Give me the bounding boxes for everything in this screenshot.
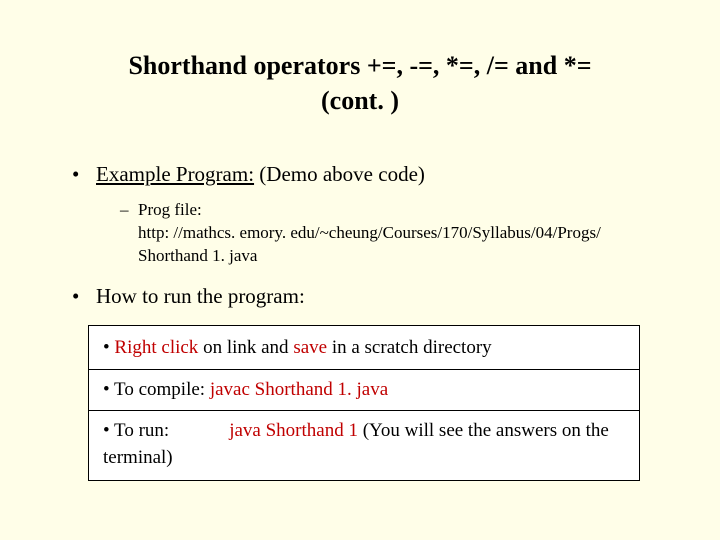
title-line-2: (cont. ) — [321, 86, 399, 115]
slide-title: Shorthand operators +=, -=, *=, /= and *… — [58, 48, 662, 118]
title-line-1: Shorthand operators +=, -=, *=, /= and *… — [128, 51, 591, 80]
bullet-how-to-run: How to run the program: — [66, 284, 662, 309]
example-program-rest: (Demo above code) — [254, 162, 425, 186]
row2-pre: • To compile: — [103, 379, 210, 400]
row3-cmd: java Shorthand 1 — [229, 420, 358, 441]
box-row-run: • To run:java Shorthand 1 (You will see … — [89, 410, 639, 478]
instruction-box: • Right click on link and save in a scra… — [88, 325, 640, 481]
prog-file-label: Prog file: — [138, 200, 202, 219]
row1-right-click: Right click — [114, 337, 198, 358]
prog-file-item: Prog file: http: //mathcs. emory. edu/~c… — [120, 199, 662, 268]
row1-post: in a scratch directory — [327, 337, 492, 358]
bullet-example-program: Example Program: (Demo above code) Prog … — [66, 162, 662, 268]
row1-pre: • — [103, 337, 114, 358]
prog-file-url: http: //mathcs. emory. edu/~cheung/Cours… — [138, 223, 601, 265]
row1-mid: on link and — [198, 337, 293, 358]
sub-bullet-list: Prog file: http: //mathcs. emory. edu/~c… — [96, 199, 662, 268]
row2-cmd: javac Shorthand 1. java — [210, 379, 388, 400]
row3-pre: • To run: — [103, 420, 169, 441]
example-program-label: Example Program: — [96, 162, 254, 186]
box-row-right-click: • Right click on link and save in a scra… — [89, 328, 639, 369]
how-to-run-label: How to run the program: — [96, 284, 305, 308]
box-row-compile: • To compile: javac Shorthand 1. java — [89, 369, 639, 411]
row1-save: save — [293, 337, 327, 358]
bullet-list: Example Program: (Demo above code) Prog … — [58, 162, 662, 309]
